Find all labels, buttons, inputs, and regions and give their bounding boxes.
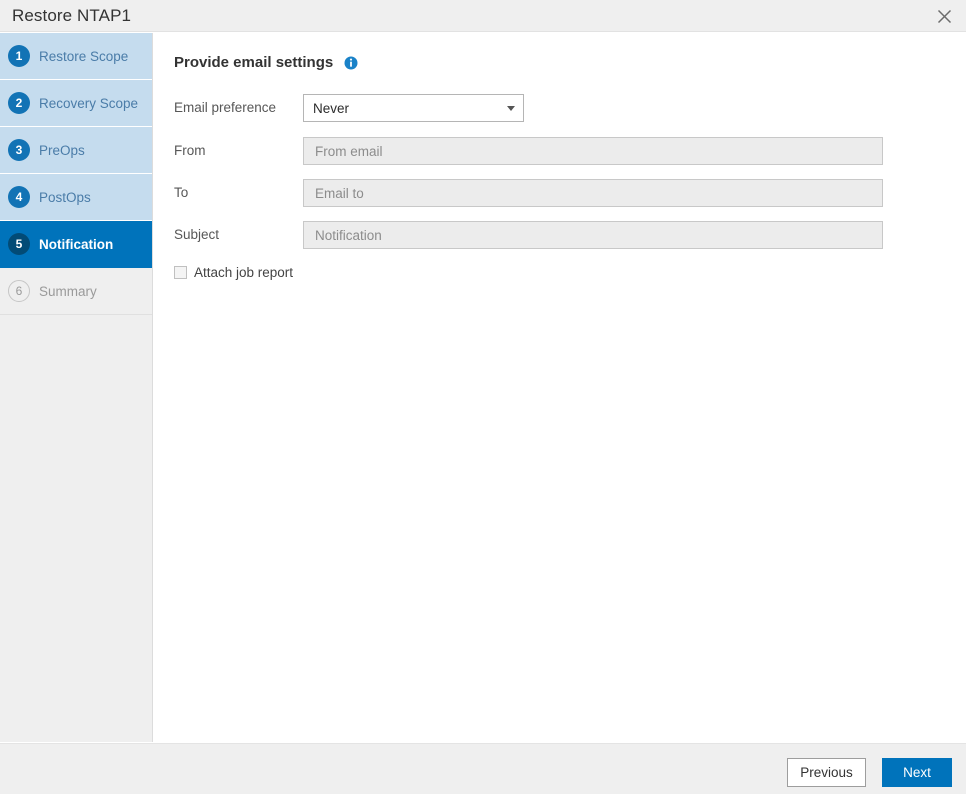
email-preference-field-wrap: NeverAlwaysOn ErrorOn Warning or Error xyxy=(303,94,524,122)
to-label: To xyxy=(174,185,189,200)
previous-button[interactable]: Previous xyxy=(787,758,866,787)
attach-job-report-row[interactable]: Attach job report xyxy=(174,265,293,280)
attach-job-report-checkbox[interactable] xyxy=(174,266,187,279)
email-preference-label: Email preference xyxy=(174,100,277,115)
sidebar-item-recovery-scope[interactable]: 2 Recovery Scope xyxy=(0,80,152,127)
from-email-input[interactable] xyxy=(303,137,883,165)
info-icon[interactable] xyxy=(344,56,358,70)
window-title: Restore NTAP1 xyxy=(12,6,132,25)
subject-field-wrap xyxy=(303,221,883,249)
sidebar-item-preops[interactable]: 3 PreOps xyxy=(0,127,152,174)
page-title: Provide email settings xyxy=(174,54,334,71)
sidebar-item-label: PreOps xyxy=(39,142,85,158)
subject-input[interactable] xyxy=(303,221,883,249)
sidebar-item-restore-scope[interactable]: 1 Restore Scope xyxy=(0,33,152,80)
sidebar-item-label: Recovery Scope xyxy=(39,95,139,111)
form-row-from: From xyxy=(174,137,946,165)
sidebar-item-label: Notification xyxy=(39,236,114,252)
step-number-badge: 5 xyxy=(8,233,30,255)
footer-button-group: Previous Next xyxy=(772,744,952,795)
window-titlebar: Restore NTAP1 xyxy=(0,0,966,32)
sidebar-item-notification[interactable]: 5 Notification xyxy=(0,221,152,268)
sidebar-item-summary[interactable]: 6 Summary xyxy=(0,268,152,315)
to-field-wrap xyxy=(303,179,883,207)
from-label: From xyxy=(174,143,206,158)
from-field-wrap xyxy=(303,137,883,165)
email-preference-select[interactable]: NeverAlwaysOn ErrorOn Warning or Error xyxy=(303,94,524,122)
panel-heading: Provide email settings xyxy=(174,54,358,71)
step-number-badge: 3 xyxy=(8,139,30,161)
sidebar-item-postops[interactable]: 4 PostOps xyxy=(0,174,152,221)
step-number-badge: 1 xyxy=(8,45,30,67)
sidebar-item-label: PostOps xyxy=(39,189,91,205)
subject-label: Subject xyxy=(174,227,220,242)
close-button[interactable] xyxy=(922,0,966,32)
step-number-badge: 2 xyxy=(8,92,30,114)
wizard-sidebar: 1 Restore Scope 2 Recovery Scope 3 PreOp… xyxy=(0,33,153,742)
step-number-badge: 6 xyxy=(8,280,30,302)
form-row-subject: Subject xyxy=(174,221,946,249)
form-row-to: To xyxy=(174,179,946,207)
close-icon xyxy=(937,9,952,24)
next-button[interactable]: Next xyxy=(882,758,952,787)
sidebar-item-label: Restore Scope xyxy=(39,48,129,64)
attach-job-report-label: Attach job report xyxy=(194,265,294,280)
to-email-input[interactable] xyxy=(303,179,883,207)
step-number-badge: 4 xyxy=(8,186,30,208)
sidebar-item-label: Summary xyxy=(39,283,97,299)
form-row-email-preference: Email preference NeverAlwaysOn ErrorOn W… xyxy=(174,94,946,122)
dialog-footer: Previous Next xyxy=(0,743,966,794)
main-content-panel: Provide email settings Email preference … xyxy=(154,33,966,742)
